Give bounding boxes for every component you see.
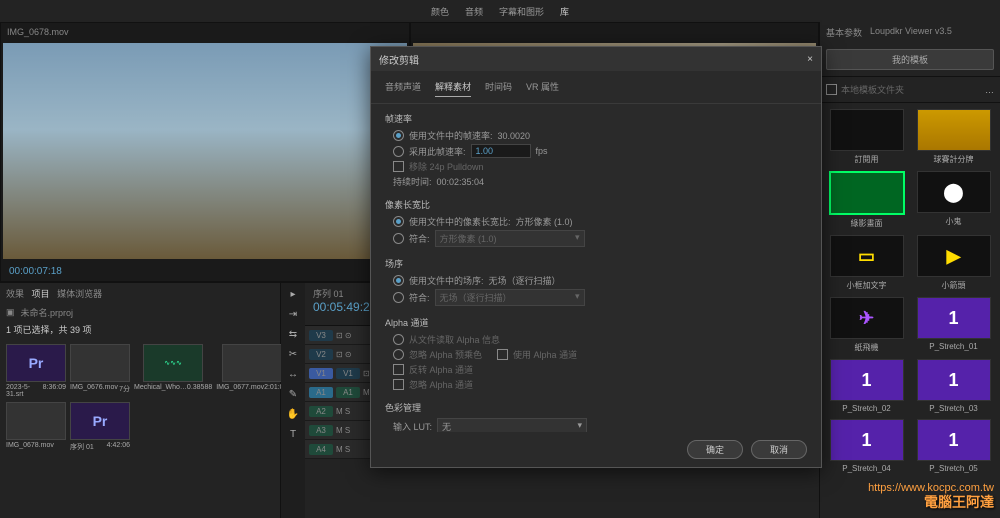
local-templates-checkbox[interactable] (826, 84, 837, 95)
mogrt-item[interactable]: 1P_Stretch_02 (826, 359, 907, 413)
mogrt-item[interactable]: 訂閱用 (826, 109, 907, 165)
track-select-tool[interactable]: ⇥ (285, 307, 301, 321)
bin-item[interactable]: IMG_0676.mov7分 (70, 344, 130, 398)
ws-tab[interactable]: 库 (560, 5, 569, 18)
dialog-title: 修改剪辑 (379, 52, 419, 67)
project-name[interactable]: 未命名.prproj (21, 306, 74, 319)
alpha-section: Alpha 通道 (385, 316, 807, 329)
ok-button[interactable]: 确定 (687, 440, 743, 459)
radio-file-fps[interactable] (393, 130, 404, 141)
tab-audio-channels[interactable]: 音频声道 (385, 77, 421, 97)
ws-tab[interactable]: 颜色 (431, 5, 449, 18)
fps-input[interactable]: 1.00 (471, 144, 531, 158)
framerate-section: 帧速率 (385, 112, 807, 125)
bin-item[interactable]: Pr2023-5-31.srt8:36:09 (6, 344, 66, 398)
field-section: 场序 (385, 257, 807, 270)
track-v2[interactable]: V2 (309, 349, 333, 360)
mogrt-item[interactable]: 1P_Stretch_01 (913, 297, 994, 353)
close-icon[interactable]: × (807, 54, 813, 65)
field-dropdown[interactable]: 无场（逐行扫描）▾ (435, 289, 585, 306)
selection-info: 1 项已选择，共 39 项 (6, 323, 92, 336)
ws-tab[interactable]: 字幕和图形 (499, 5, 544, 18)
track-a4[interactable]: A4 (309, 444, 333, 455)
source-clip-name: IMG_0678.mov (7, 27, 69, 37)
project-panel: 效果 项目 媒体浏览器 ▣ 未命名.prproj 1 项已选择，共 39 项 P… (0, 283, 281, 518)
radio-alpha-read (393, 334, 404, 345)
par-dropdown[interactable]: 方形像素 (1.0)▾ (435, 230, 585, 247)
source-monitor: IMG_0678.mov 00:00:07:18 (0, 22, 410, 282)
tab-vr[interactable]: VR 属性 (526, 77, 559, 97)
par-section: 像素长宽比 (385, 198, 807, 211)
chk-ignore-alpha (393, 379, 404, 390)
panel-tab[interactable]: 媒体浏览器 (57, 289, 102, 299)
lut-dropdown[interactable]: 无▾ (437, 418, 587, 432)
radio-conform-par[interactable] (393, 233, 404, 244)
radio-file-field[interactable] (393, 275, 404, 286)
mogrt-item[interactable]: 綠影畫面 (826, 171, 907, 229)
panel-tab[interactable]: 项目 (32, 289, 50, 299)
ripple-tool[interactable]: ⇆ (285, 327, 301, 341)
selection-tool[interactable]: ▸ (285, 287, 301, 301)
workspace-tabs: 颜色 音频 字幕和图形 库 (0, 0, 1000, 22)
mogrt-item[interactable]: ✈紙飛機 (826, 297, 907, 353)
bin-item[interactable]: Pr序列 014:42:06 (70, 402, 130, 452)
mogrt-item[interactable]: 1P_Stretch_03 (913, 359, 994, 413)
mogrt-panel: 基本参数 Loupdkr Viewer v3.5 我的模板 本地模板文件夹 … … (819, 22, 1000, 518)
mogrt-item[interactable]: 1P_Stretch_05 (913, 419, 994, 473)
ws-tab[interactable]: 音频 (465, 5, 483, 18)
bin-item[interactable]: IMG_0678.mov (6, 402, 66, 452)
radio-assume-fps[interactable] (393, 146, 404, 157)
tab-interpret-footage[interactable]: 解释素材 (435, 77, 471, 97)
sequence-name[interactable]: 序列 01 (313, 289, 344, 299)
hand-tool[interactable]: ✋ (285, 407, 301, 421)
type-tool[interactable]: T (285, 427, 301, 441)
track-v3[interactable]: V3 (309, 330, 333, 341)
bin-item[interactable]: ∿∿∿Mechical_Who…0.38588 (134, 344, 212, 398)
panel-tab[interactable]: 效果 (6, 289, 24, 299)
my-templates-button[interactable]: 我的模板 (826, 49, 994, 70)
source-video[interactable] (3, 43, 407, 259)
tool-palette: ▸ ⇥ ⇆ ✂ ↔ ✎ ✋ T (281, 283, 305, 518)
bin-icon: ▣ (6, 307, 15, 318)
chk-invert-alpha (393, 364, 404, 375)
radio-alpha-premult (393, 349, 404, 360)
panel-tab[interactable]: 基本参数 (826, 26, 862, 39)
mogrt-item[interactable]: ▭小框加文字 (826, 235, 907, 291)
mogrt-item[interactable]: ⬤小鬼 (913, 171, 994, 229)
pulldown-checkbox (393, 161, 404, 172)
playhead-tc[interactable]: 00:05:49:22 (313, 300, 376, 314)
modify-clip-dialog: 修改剪辑 × 音频声道 解释素材 时间码 VR 属性 帧速率 使用文件中的帧速率… (370, 46, 822, 468)
cancel-button[interactable]: 取消 (751, 440, 807, 459)
slip-tool[interactable]: ↔ (285, 367, 301, 381)
track-a1[interactable]: A1 (336, 387, 360, 398)
tab-timecode[interactable]: 时间码 (485, 77, 512, 97)
settings-icon[interactable]: … (985, 85, 994, 95)
bin-item[interactable]: IMG_0677.mov2:01:04 (216, 344, 287, 398)
pen-tool[interactable]: ✎ (285, 387, 301, 401)
local-templates-label: 本地模板文件夹 (841, 83, 904, 96)
mogrt-item[interactable]: ▶小箭頭 (913, 235, 994, 291)
track-a3[interactable]: A3 (309, 425, 333, 436)
track-a2[interactable]: A2 (309, 406, 333, 417)
source-tc[interactable]: 00:00:07:18 (9, 266, 62, 277)
watermark: 電腦王阿達 (924, 492, 994, 512)
mogrt-item[interactable]: 球賽計分牌 (913, 109, 994, 165)
panel-tab[interactable]: Loupdkr Viewer v3.5 (870, 26, 952, 39)
color-section: 色彩管理 (385, 401, 807, 414)
radio-conform-field[interactable] (393, 292, 404, 303)
radio-file-par[interactable] (393, 216, 404, 227)
track-v1[interactable]: V1 (336, 368, 360, 379)
razor-tool[interactable]: ✂ (285, 347, 301, 361)
mogrt-item[interactable]: 1P_Stretch_04 (826, 419, 907, 473)
